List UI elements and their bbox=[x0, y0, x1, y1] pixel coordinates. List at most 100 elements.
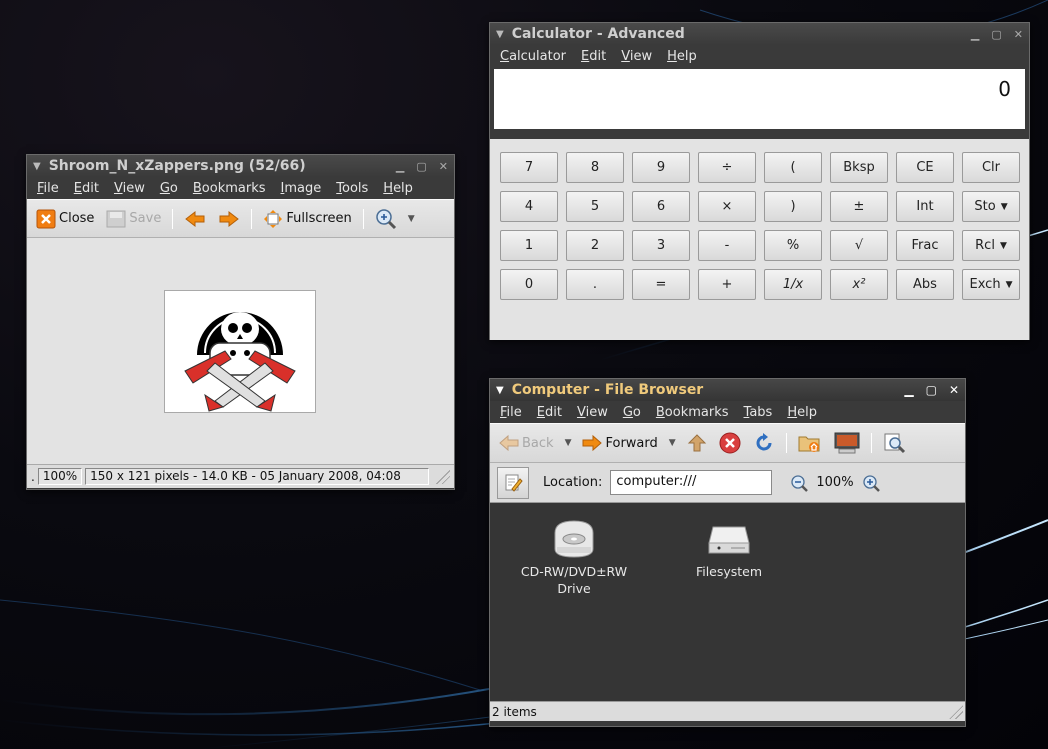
menu-help[interactable]: Help bbox=[376, 181, 420, 196]
toolbar-separator bbox=[870, 433, 872, 453]
arrow-right-icon bbox=[582, 434, 603, 452]
chevron-down-icon[interactable]: ▼ bbox=[405, 214, 418, 224]
file-browser-titlebar[interactable]: ▼ Computer - File Browser ▁ ▢ ✕ bbox=[490, 379, 965, 401]
menu-bookmarks[interactable]: Bookmarks bbox=[649, 405, 736, 420]
image-canvas[interactable] bbox=[27, 238, 454, 464]
menu-file[interactable]: File bbox=[493, 405, 529, 420]
key-4[interactable]: 4 bbox=[500, 191, 558, 222]
menu-view[interactable]: View bbox=[107, 181, 152, 196]
key-equals[interactable]: = bbox=[632, 269, 690, 300]
key-clear[interactable]: Clr bbox=[962, 152, 1020, 183]
close-icon[interactable]: ✕ bbox=[439, 160, 448, 173]
window-menu-icon[interactable]: ▼ bbox=[496, 29, 504, 40]
calculator-titlebar[interactable]: ▼ Calculator - Advanced ▁ ▢ ✕ bbox=[490, 23, 1029, 45]
key-absolute[interactable]: Abs bbox=[896, 269, 954, 300]
minimize-icon[interactable]: ▁ bbox=[971, 28, 979, 41]
maximize-icon[interactable]: ▢ bbox=[416, 160, 426, 173]
menu-go[interactable]: Go bbox=[616, 405, 648, 420]
key-close-paren[interactable]: ) bbox=[764, 191, 822, 222]
menu-help[interactable]: Help bbox=[660, 49, 704, 64]
menu-tools[interactable]: Tools bbox=[329, 181, 375, 196]
save-button[interactable]: Save bbox=[102, 207, 165, 231]
computer-button[interactable] bbox=[830, 430, 864, 456]
key-decimal[interactable]: . bbox=[566, 269, 624, 300]
menu-bookmarks[interactable]: Bookmarks bbox=[186, 181, 273, 196]
key-fraction[interactable]: Frac bbox=[896, 230, 954, 261]
key-7[interactable]: 7 bbox=[500, 152, 558, 183]
next-button[interactable] bbox=[214, 207, 244, 231]
window-menu-icon[interactable]: ▼ bbox=[496, 385, 504, 396]
key-open-paren[interactable]: ( bbox=[764, 152, 822, 183]
maximize-icon[interactable]: ▢ bbox=[991, 28, 1001, 41]
menu-calculator[interactable]: Calculator bbox=[493, 49, 573, 64]
close-button[interactable]: Close bbox=[32, 207, 98, 231]
menu-go[interactable]: Go bbox=[153, 181, 185, 196]
key-square-root[interactable]: √ bbox=[830, 230, 888, 261]
key-8[interactable]: 8 bbox=[566, 152, 624, 183]
home-button[interactable] bbox=[794, 430, 826, 456]
key-multiply[interactable]: × bbox=[698, 191, 756, 222]
calculator-display[interactable]: 0 bbox=[494, 69, 1025, 129]
menu-view[interactable]: View bbox=[614, 49, 659, 64]
file-item[interactable]: CD-RW/DVD±RW Drive bbox=[514, 519, 634, 597]
key-divide[interactable]: ÷ bbox=[698, 152, 756, 183]
zoom-in-button[interactable] bbox=[371, 206, 401, 232]
menu-edit[interactable]: Edit bbox=[530, 405, 569, 420]
key-percent[interactable]: % bbox=[764, 230, 822, 261]
close-icon[interactable]: ✕ bbox=[949, 383, 959, 397]
minimize-icon[interactable]: ▁ bbox=[904, 383, 913, 397]
key-plus-minus[interactable]: ± bbox=[830, 191, 888, 222]
zoom-out-icon[interactable] bbox=[790, 474, 809, 492]
image-viewer-titlebar[interactable]: ▼ Shroom_N_xZappers.png (52/66) ▁ ▢ ✕ bbox=[27, 155, 454, 177]
resize-grip[interactable] bbox=[949, 704, 963, 719]
key-5[interactable]: 5 bbox=[566, 191, 624, 222]
key-3[interactable]: 3 bbox=[632, 230, 690, 261]
key-1[interactable]: 1 bbox=[500, 230, 558, 261]
search-button[interactable] bbox=[879, 430, 911, 456]
key-exchange[interactable]: Exch ▼ bbox=[962, 269, 1020, 300]
location-input[interactable]: computer:/// bbox=[610, 470, 773, 495]
arrow-left-icon bbox=[185, 210, 205, 227]
zoom-in-icon[interactable] bbox=[862, 474, 880, 492]
key-2[interactable]: 2 bbox=[566, 230, 624, 261]
previous-button[interactable] bbox=[180, 207, 210, 231]
close-icon[interactable]: ✕ bbox=[1014, 28, 1023, 41]
stop-button[interactable] bbox=[715, 430, 745, 456]
menu-edit[interactable]: Edit bbox=[574, 49, 613, 64]
key-recall[interactable]: Rcl ▼ bbox=[962, 230, 1020, 261]
key-subtract[interactable]: - bbox=[698, 230, 756, 261]
key-square[interactable]: x² bbox=[830, 269, 888, 300]
up-button[interactable] bbox=[683, 431, 711, 455]
reload-button[interactable] bbox=[749, 430, 779, 456]
key-backspace[interactable]: Bksp bbox=[830, 152, 888, 183]
location-bar: Location: computer:/// 100% bbox=[490, 463, 965, 503]
key-integer[interactable]: Int bbox=[896, 191, 954, 222]
key-6[interactable]: 6 bbox=[632, 191, 690, 222]
key-9[interactable]: 9 bbox=[632, 152, 690, 183]
save-icon bbox=[106, 210, 126, 227]
key-reciprocal[interactable]: 1/x bbox=[764, 269, 822, 300]
file-browser-toolbar: Back ▼ Forward ▼ bbox=[490, 423, 965, 463]
menu-help[interactable]: Help bbox=[780, 405, 824, 420]
key-add[interactable]: + bbox=[698, 269, 756, 300]
minimize-icon[interactable]: ▁ bbox=[396, 160, 404, 173]
back-button[interactable]: Back bbox=[495, 432, 558, 454]
fullscreen-button[interactable]: Fullscreen bbox=[259, 207, 355, 231]
menu-tabs[interactable]: Tabs bbox=[737, 405, 780, 420]
forward-button[interactable]: Forward bbox=[578, 432, 661, 454]
menu-file[interactable]: File bbox=[30, 181, 66, 196]
menu-image[interactable]: Image bbox=[274, 181, 329, 196]
forward-history-chevron-icon[interactable]: ▼ bbox=[666, 438, 679, 448]
back-history-chevron-icon[interactable]: ▼ bbox=[562, 438, 575, 448]
maximize-icon[interactable]: ▢ bbox=[926, 383, 937, 397]
resize-grip[interactable] bbox=[436, 469, 450, 484]
key-0[interactable]: 0 bbox=[500, 269, 558, 300]
key-store[interactable]: Sto ▼ bbox=[962, 191, 1020, 222]
menu-view[interactable]: View bbox=[570, 405, 615, 420]
file-item[interactable]: Filesystem bbox=[670, 519, 788, 580]
file-icon-view[interactable]: CD-RW/DVD±RW Drive Filesystem bbox=[490, 503, 965, 701]
key-clear-entry[interactable]: CE bbox=[896, 152, 954, 183]
toggle-location-button[interactable] bbox=[497, 466, 529, 499]
window-menu-icon[interactable]: ▼ bbox=[33, 161, 41, 172]
menu-edit[interactable]: Edit bbox=[67, 181, 106, 196]
